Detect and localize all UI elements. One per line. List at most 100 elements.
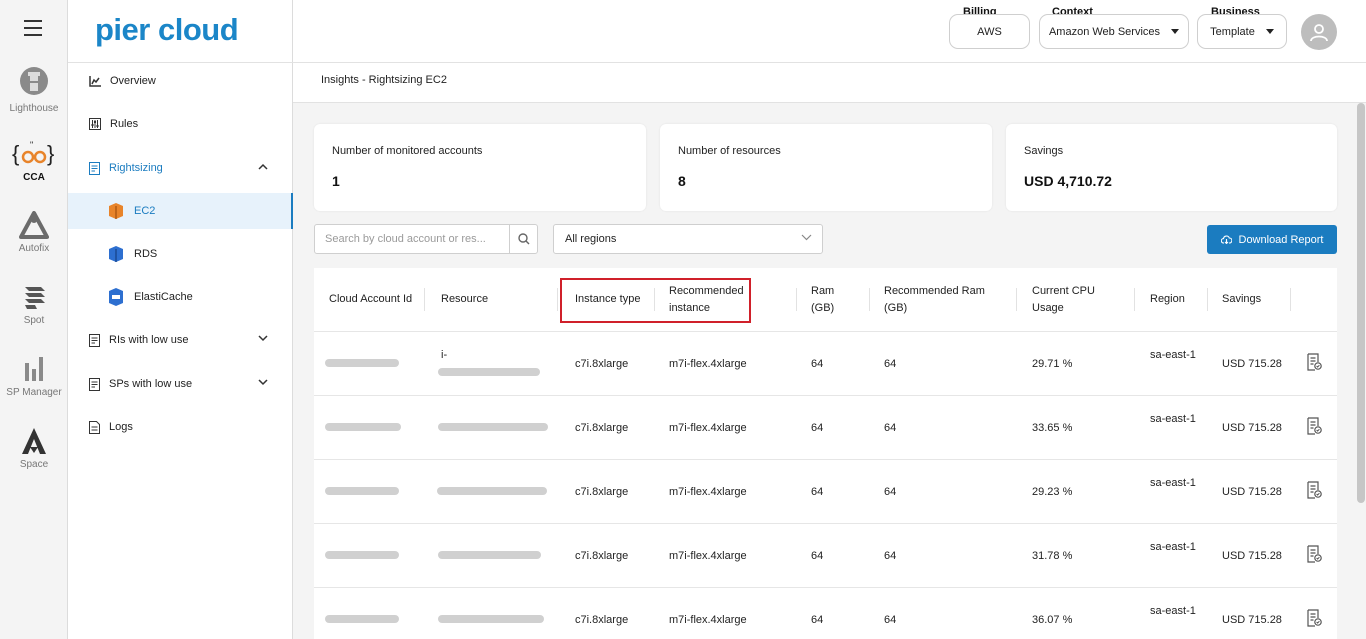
region-select-value: All regions xyxy=(565,233,617,245)
download-report-button[interactable]: Download Report xyxy=(1207,225,1337,254)
redacted-resource-id xyxy=(438,423,548,431)
main-content: Insights - Rightsizing EC2 Number of mon… xyxy=(293,62,1366,639)
region-select[interactable]: All regions xyxy=(553,224,823,254)
redacted-account-id xyxy=(325,615,399,623)
region: sa-east-1 xyxy=(1150,349,1196,361)
redacted-resource-id xyxy=(438,551,541,559)
recommended-ram: 64 xyxy=(884,613,897,626)
menu-icon[interactable] xyxy=(24,20,42,36)
instance-type: c7i.8xlarge xyxy=(575,613,629,626)
app-rail: Lighthouse { " } CCA Autofix Spot SP Man… xyxy=(0,0,68,639)
rail-item-autofix[interactable]: Autofix xyxy=(0,211,68,254)
table-row[interactable]: c7i.8xlarge m7i-flex.4xlarge 64 64 29.23… xyxy=(314,459,1337,523)
pier-cloud-logo: pier cloud xyxy=(95,12,239,47)
nav-item-sps-low-use[interactable]: SPs with low use xyxy=(68,366,293,402)
savings: USD 715.28 xyxy=(1222,421,1282,434)
caret-down-icon xyxy=(1171,29,1180,34)
cpu-usage: 29.71 % xyxy=(1032,357,1073,370)
cpu-usage: 31.78 % xyxy=(1032,549,1073,562)
highlight-box xyxy=(560,278,751,323)
rail-item-lighthouse[interactable]: Lighthouse xyxy=(0,67,68,114)
billing-select[interactable]: AWS xyxy=(949,14,1030,49)
instance-type: c7i.8xlarge xyxy=(575,421,629,434)
recommended-ram: 64 xyxy=(884,485,897,498)
region: sa-east-1 xyxy=(1150,413,1196,425)
avatar[interactable] xyxy=(1301,14,1337,50)
table-row[interactable]: c7i.8xlarge m7i-flex.4xlarge 64 64 36.07… xyxy=(314,587,1337,639)
table-row[interactable]: c7i.8xlarge m7i-flex.4xlarge 64 64 31.78… xyxy=(314,523,1337,587)
recommended-instance: m7i-flex.4xlarge xyxy=(669,421,747,434)
header-ram[interactable]: Ram (GB) xyxy=(811,268,851,331)
search-input[interactable] xyxy=(315,225,510,253)
cloud-download-icon xyxy=(1220,235,1232,244)
user-icon xyxy=(1310,24,1328,42)
nav-label: Logs xyxy=(109,421,133,433)
recommended-ram: 64 xyxy=(884,357,897,370)
redacted-resource-id xyxy=(437,487,547,495)
header-savings[interactable]: Savings xyxy=(1222,268,1282,331)
nav-item-logs[interactable]: Logs xyxy=(68,409,293,445)
svg-text:}: } xyxy=(47,141,54,166)
header-cpu-usage[interactable]: Current CPU Usage xyxy=(1032,268,1112,331)
chevron-up-icon[interactable] xyxy=(258,163,268,170)
nav-label: RIs with low use xyxy=(109,334,189,346)
report-doc-icon[interactable] xyxy=(1307,353,1322,371)
table-row[interactable]: i- c7i.8xlarge m7i-flex.4xlarge 64 64 29… xyxy=(314,331,1337,395)
nav-item-overview[interactable]: Overview xyxy=(68,63,293,99)
card-label: Number of resources xyxy=(678,145,781,157)
breadcrumb-bar: Insights - Rightsizing EC2 xyxy=(293,63,1366,103)
rail-item-spot[interactable]: Spot xyxy=(0,283,68,326)
nav-item-rds[interactable]: RDS xyxy=(68,236,293,272)
ram: 64 xyxy=(811,357,824,370)
document-icon xyxy=(89,161,100,175)
cpu-usage: 36.07 % xyxy=(1032,613,1073,626)
business-select[interactable]: Template xyxy=(1197,14,1287,49)
header-cloud-account[interactable]: Cloud Account Id xyxy=(329,268,419,331)
card-value: 1 xyxy=(332,173,340,189)
nav-item-ec2[interactable]: EC2 xyxy=(68,193,293,229)
page-scrollbar[interactable] xyxy=(1357,103,1365,503)
rail-item-space[interactable]: Space xyxy=(0,427,68,470)
region: sa-east-1 xyxy=(1150,541,1196,553)
report-doc-icon[interactable] xyxy=(1307,481,1322,499)
search-box xyxy=(314,224,538,254)
context-select[interactable]: Amazon Web Services xyxy=(1039,14,1189,49)
sp-manager-icon xyxy=(25,357,43,381)
report-doc-icon[interactable] xyxy=(1307,609,1322,627)
space-icon xyxy=(22,428,46,454)
rail-item-sp-manager[interactable]: SP Manager xyxy=(0,355,68,398)
context-value: Amazon Web Services xyxy=(1048,25,1161,38)
header-recommended-ram[interactable]: Recommended Ram (GB) xyxy=(884,268,999,331)
header-resource[interactable]: Resource xyxy=(441,268,541,331)
redacted-account-id xyxy=(325,551,399,559)
rail-label: CCA xyxy=(23,172,45,183)
recommended-ram: 64 xyxy=(884,549,897,562)
nav-label: SPs with low use xyxy=(109,378,193,390)
nav-item-rightsizing[interactable]: Rightsizing xyxy=(68,150,293,186)
report-doc-icon[interactable] xyxy=(1307,545,1322,563)
recommended-instance: m7i-flex.4xlarge xyxy=(669,549,747,562)
card-label: Savings xyxy=(1024,145,1064,157)
ram: 64 xyxy=(811,613,824,626)
elasticache-icon xyxy=(109,288,123,306)
search-button[interactable] xyxy=(509,225,537,253)
instance-type: c7i.8xlarge xyxy=(575,357,629,370)
sliders-icon xyxy=(89,118,101,130)
ram: 64 xyxy=(811,421,824,434)
nav-item-rules[interactable]: Rules xyxy=(68,106,293,142)
rail-item-cca[interactable]: { " } CCA xyxy=(0,140,68,183)
card-monitored-accounts: Number of monitored accounts 1 xyxy=(314,124,646,211)
download-report-label: Download Report xyxy=(1238,233,1324,246)
header-region[interactable]: Region xyxy=(1150,268,1200,331)
nav-item-ris-low-use[interactable]: RIs with low use xyxy=(68,322,293,358)
rail-label: Lighthouse xyxy=(9,103,59,114)
breadcrumb: Insights - Rightsizing EC2 xyxy=(321,74,447,86)
chevron-down-icon[interactable] xyxy=(258,335,268,342)
report-doc-icon[interactable] xyxy=(1307,417,1322,435)
cca-icon: { " } xyxy=(12,140,54,166)
nav-item-elasticache[interactable]: ElastiCache xyxy=(68,279,293,315)
svg-text:": " xyxy=(30,140,33,150)
chevron-down-icon[interactable] xyxy=(258,379,268,386)
table-row[interactable]: c7i.8xlarge m7i-flex.4xlarge 64 64 33.65… xyxy=(314,395,1337,459)
region: sa-east-1 xyxy=(1150,605,1196,617)
